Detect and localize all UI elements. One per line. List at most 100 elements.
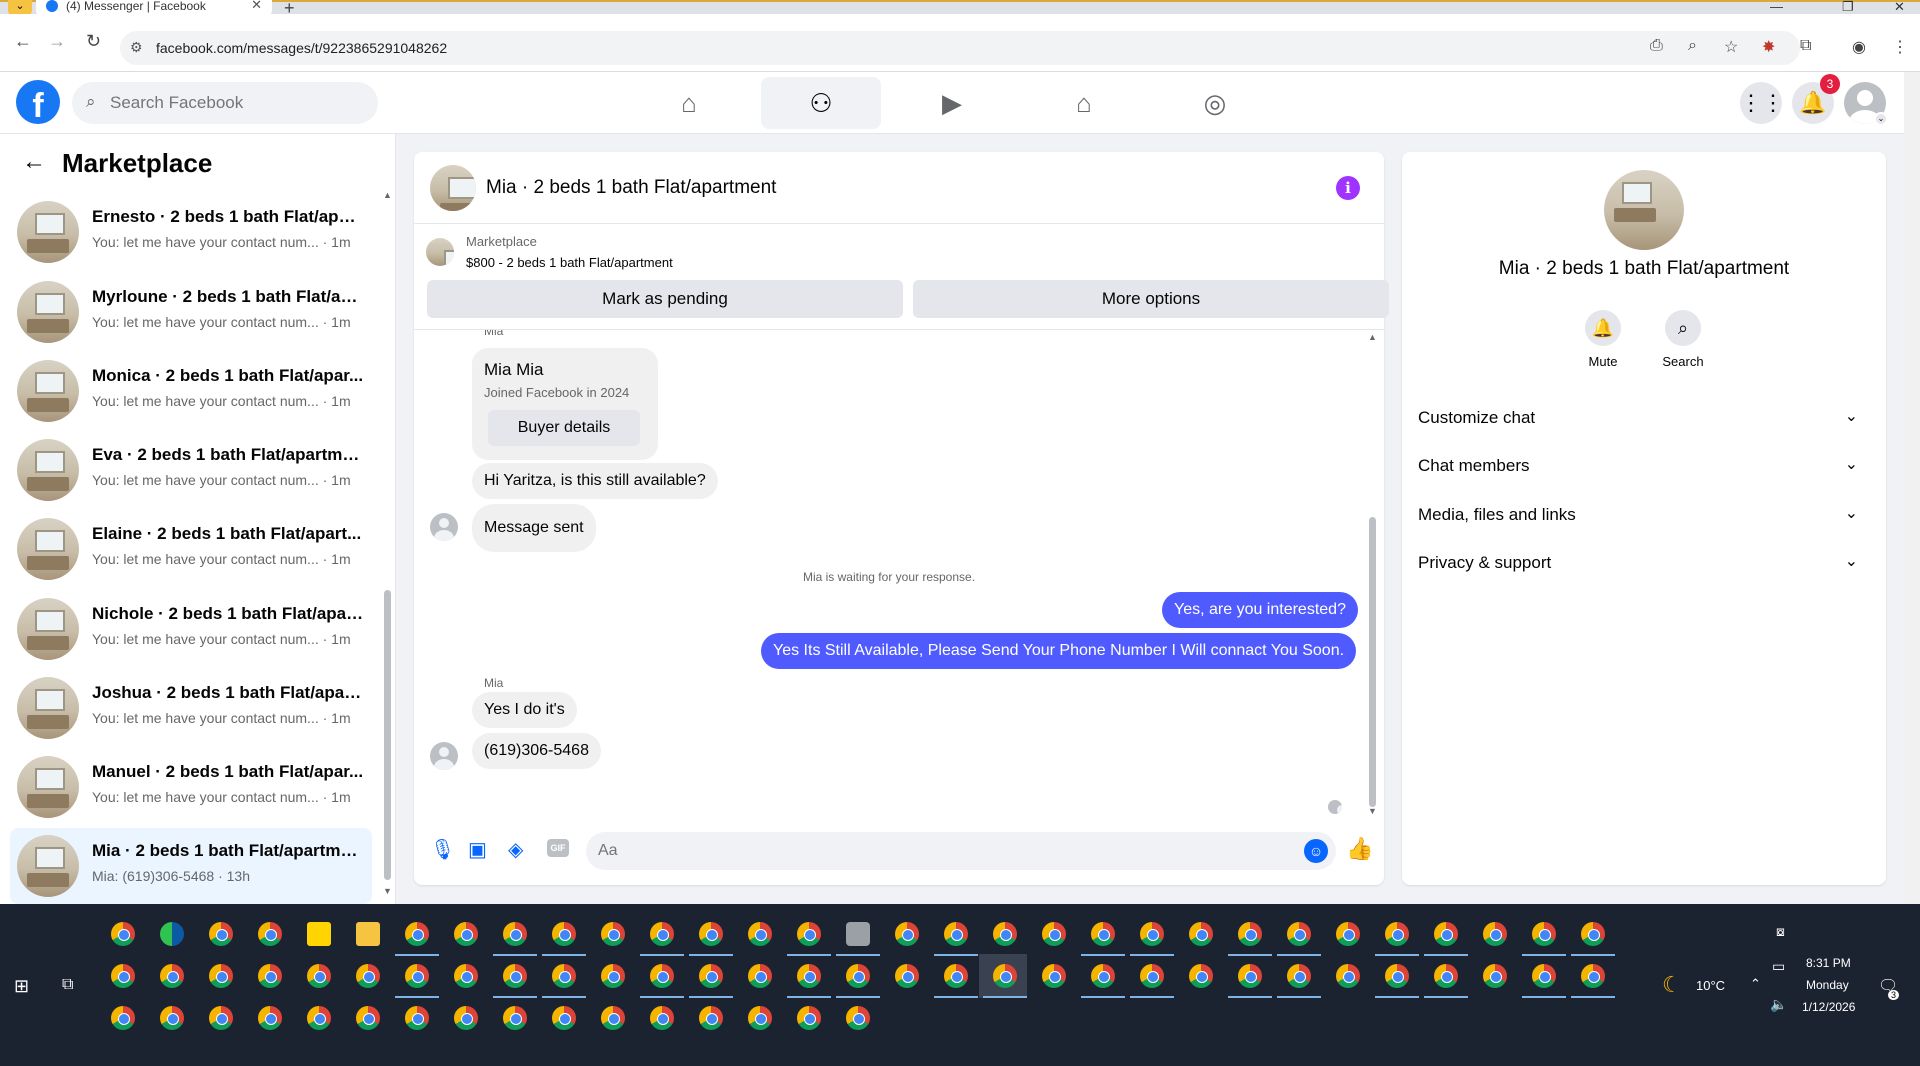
chrome-app-icon[interactable] bbox=[748, 1006, 772, 1030]
chrome-app-icon[interactable] bbox=[699, 1006, 723, 1030]
chrome-menu-icon[interactable]: ⋮ bbox=[1892, 37, 1908, 57]
chrome-app-icon[interactable] bbox=[993, 964, 1017, 988]
clock-date[interactable]: 1/12/2026 bbox=[1802, 1000, 1855, 1014]
chat-avatar[interactable] bbox=[430, 165, 476, 211]
reload-icon[interactable]: ↻ bbox=[86, 31, 101, 52]
clock-day[interactable]: Monday bbox=[1806, 978, 1849, 992]
privacy-support-row[interactable]: Privacy & support ⌄ bbox=[1418, 541, 1870, 585]
profile-icon[interactable]: ◉ bbox=[1852, 37, 1866, 57]
chrome-app-icon[interactable] bbox=[1042, 922, 1066, 946]
message-input-box[interactable]: ☺ bbox=[586, 832, 1336, 870]
chrome-app-icon[interactable] bbox=[1434, 922, 1458, 946]
chrome-app-icon[interactable] bbox=[258, 922, 282, 946]
network-icon[interactable]: ▭ bbox=[1772, 958, 1785, 975]
conversation-item[interactable]: Joshua · 2 beds 1 bath Flat/apart... You… bbox=[10, 670, 372, 746]
chrome-app-icon[interactable] bbox=[699, 964, 723, 988]
incoming-message[interactable]: Message sent bbox=[472, 504, 596, 552]
chrome-app-icon[interactable] bbox=[650, 922, 674, 946]
chrome-app-icon[interactable] bbox=[601, 964, 625, 988]
chrome-app-icon[interactable] bbox=[699, 922, 723, 946]
chrome-app-icon[interactable] bbox=[797, 922, 821, 946]
chrome-app-icon[interactable] bbox=[601, 1006, 625, 1030]
gaming-icon[interactable]: ◎ bbox=[1155, 77, 1275, 129]
chat-scrollbar[interactable] bbox=[1369, 517, 1376, 807]
tab-close-icon[interactable]: ✕ bbox=[251, 0, 262, 11]
chrome-app-icon[interactable] bbox=[356, 964, 380, 988]
minimize-icon[interactable]: — bbox=[1770, 0, 1783, 14]
search-action[interactable]: ⌕ Search bbox=[1648, 310, 1718, 369]
chrome-app-icon[interactable] bbox=[846, 1006, 870, 1030]
app-icon[interactable] bbox=[846, 922, 870, 946]
chrome-app-icon[interactable] bbox=[1140, 922, 1164, 946]
outgoing-message[interactable]: Yes Its Still Available, Please Send You… bbox=[761, 633, 1357, 669]
conversation-item[interactable]: Eva · 2 beds 1 bath Flat/apartment You: … bbox=[10, 432, 372, 508]
sender-avatar[interactable] bbox=[430, 513, 458, 541]
page-scrollbar[interactable] bbox=[1904, 72, 1920, 904]
chrome-app-icon[interactable] bbox=[1091, 964, 1115, 988]
notifications-bell-icon[interactable]: 🔔 3 bbox=[1792, 74, 1840, 124]
chrome-app-icon[interactable] bbox=[405, 1006, 429, 1030]
chrome-app-icon[interactable] bbox=[944, 964, 968, 988]
chrome-app-icon[interactable] bbox=[503, 1006, 527, 1030]
chrome-app-icon[interactable] bbox=[797, 964, 821, 988]
chrome-app-icon[interactable] bbox=[307, 964, 331, 988]
facebook-logo-icon[interactable]: f bbox=[16, 80, 60, 124]
chrome-app-icon[interactable] bbox=[356, 1006, 380, 1030]
chrome-app-icon[interactable] bbox=[209, 1006, 233, 1030]
more-options-button[interactable]: More options bbox=[913, 280, 1389, 318]
chrome-app-icon[interactable] bbox=[552, 922, 576, 946]
media-files-links-row[interactable]: Media, files and links ⌄ bbox=[1418, 493, 1870, 537]
show-hidden-icons[interactable]: ⌃ bbox=[1750, 976, 1761, 992]
chrome-app-icon[interactable] bbox=[895, 964, 919, 988]
scroll-down-icon[interactable]: ▼ bbox=[1368, 806, 1377, 816]
chrome-app-icon[interactable] bbox=[748, 922, 772, 946]
extensions-puzzle-icon[interactable]: ⧉ bbox=[1800, 37, 1811, 55]
chrome-app-icon[interactable] bbox=[650, 1006, 674, 1030]
chrome-app-icon[interactable] bbox=[1189, 922, 1213, 946]
file-explorer-app-icon[interactable] bbox=[356, 922, 380, 946]
gif-icon[interactable]: GIF bbox=[547, 839, 569, 857]
listing-price[interactable]: $800 - 2 beds 1 bath Flat/apartment bbox=[466, 255, 673, 270]
mark-as-pending-button[interactable]: Mark as pending bbox=[427, 280, 903, 318]
chevron-down-icon[interactable]: ⌄ bbox=[1874, 112, 1888, 126]
incoming-message[interactable]: Yes I do it's bbox=[472, 692, 577, 728]
chrome-app-icon[interactable] bbox=[1336, 964, 1360, 988]
clock-time[interactable]: 8:31 PM bbox=[1806, 956, 1851, 970]
extension-icon[interactable]: ✸ bbox=[1762, 37, 1775, 57]
chrome-app-icon[interactable] bbox=[1385, 922, 1409, 946]
bell-icon[interactable]: 🔔 bbox=[1585, 310, 1621, 346]
moon-weather-icon[interactable]: ☾ bbox=[1662, 972, 1682, 998]
chrome-app-icon[interactable] bbox=[454, 922, 478, 946]
chrome-app-icon[interactable] bbox=[1434, 964, 1458, 988]
chrome-app-icon[interactable] bbox=[209, 922, 233, 946]
chrome-app-icon[interactable] bbox=[1238, 964, 1262, 988]
chrome-app-icon[interactable] bbox=[797, 1006, 821, 1030]
search-icon[interactable]: ⌕ bbox=[1665, 310, 1701, 346]
windows-start-icon[interactable]: ⊞ bbox=[14, 976, 29, 997]
chrome-app-icon[interactable] bbox=[552, 1006, 576, 1030]
meet-now-icon[interactable]: ⧇ bbox=[1776, 923, 1785, 940]
edge-app-icon[interactable] bbox=[160, 922, 184, 946]
sticker-icon[interactable]: ◈ bbox=[508, 837, 523, 862]
chrome-app-icon[interactable] bbox=[1581, 922, 1605, 946]
microphone-icon[interactable]: 🎙 bbox=[430, 837, 455, 862]
chrome-app-icon[interactable] bbox=[405, 922, 429, 946]
info-icon[interactable]: i bbox=[1336, 176, 1360, 200]
chat-title[interactable]: Mia · 2 beds 1 bath Flat/apartment bbox=[486, 177, 776, 199]
chrome-app-icon[interactable] bbox=[405, 964, 429, 988]
close-window-icon[interactable]: ✕ bbox=[1894, 0, 1905, 15]
incoming-message[interactable]: Hi Yaritza, is this still available? bbox=[472, 463, 718, 499]
incoming-message[interactable]: (619)306-5468 bbox=[472, 733, 601, 769]
conversation-item[interactable]: Ernesto · 2 beds 1 bath Flat/apar... You… bbox=[10, 194, 372, 270]
chrome-app-icon[interactable] bbox=[454, 964, 478, 988]
emoji-icon[interactable]: ☺ bbox=[1304, 839, 1328, 863]
bookmark-star-icon[interactable]: ☆ bbox=[1724, 37, 1738, 57]
install-app-icon[interactable]: ⎙ bbox=[1650, 37, 1663, 55]
customize-chat-row[interactable]: Customize chat ⌄ bbox=[1418, 396, 1870, 440]
chrome-app-icon[interactable] bbox=[1532, 922, 1556, 946]
chrome-app-icon[interactable] bbox=[160, 1006, 184, 1030]
forward-icon[interactable]: → bbox=[48, 31, 66, 52]
chrome-app-icon[interactable] bbox=[650, 964, 674, 988]
listing-thumbnail[interactable] bbox=[426, 238, 454, 266]
chrome-app-icon[interactable] bbox=[111, 964, 135, 988]
